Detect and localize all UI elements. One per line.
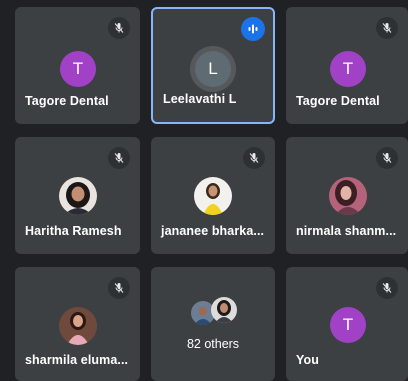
avatar: T bbox=[60, 51, 96, 87]
participant-name: Leelavathi L bbox=[163, 92, 237, 106]
participant-grid: T Tagore Dental L Leelavathi L T Tagore … bbox=[0, 0, 408, 381]
participant-name: Tagore Dental bbox=[296, 94, 380, 108]
mic-off-icon bbox=[243, 147, 265, 169]
others-count: 82 others bbox=[186, 337, 240, 351]
participant-tile[interactable]: T Tagore Dental bbox=[286, 7, 408, 124]
avatar-photo bbox=[329, 177, 367, 215]
avatar-photo bbox=[59, 177, 97, 215]
avatar: L bbox=[195, 51, 231, 87]
avatar-photo bbox=[194, 177, 232, 215]
participant-tile-self[interactable]: T You bbox=[286, 267, 408, 381]
mic-off-icon bbox=[108, 277, 130, 299]
participant-name: Haritha Ramesh bbox=[25, 224, 122, 238]
mic-off-icon bbox=[376, 17, 398, 39]
participant-tile[interactable]: Haritha Ramesh bbox=[15, 137, 140, 254]
participant-tile-active[interactable]: L Leelavathi L bbox=[151, 7, 275, 124]
audio-level-icon bbox=[241, 17, 265, 41]
participant-tile[interactable]: T Tagore Dental bbox=[15, 7, 140, 124]
participant-name: You bbox=[296, 353, 319, 367]
mic-off-icon bbox=[108, 17, 130, 39]
participant-name: Tagore Dental bbox=[25, 94, 109, 108]
avatar-photo bbox=[211, 297, 237, 323]
participant-name: sharmila eluma... bbox=[25, 353, 129, 367]
avatar-photo bbox=[59, 307, 97, 345]
participant-name: jananee bharka... bbox=[161, 224, 265, 238]
avatar: T bbox=[330, 307, 366, 343]
others-tile[interactable]: 82 others bbox=[151, 267, 275, 381]
mic-off-icon bbox=[108, 147, 130, 169]
participant-tile[interactable]: sharmila eluma... bbox=[15, 267, 140, 381]
avatar: T bbox=[330, 51, 366, 87]
mic-off-icon bbox=[376, 147, 398, 169]
mic-off-icon bbox=[376, 277, 398, 299]
participant-name: nirmala shanm... bbox=[296, 224, 397, 238]
participant-tile[interactable]: nirmala shanm... bbox=[286, 137, 408, 254]
participant-tile[interactable]: jananee bharka... bbox=[151, 137, 275, 254]
